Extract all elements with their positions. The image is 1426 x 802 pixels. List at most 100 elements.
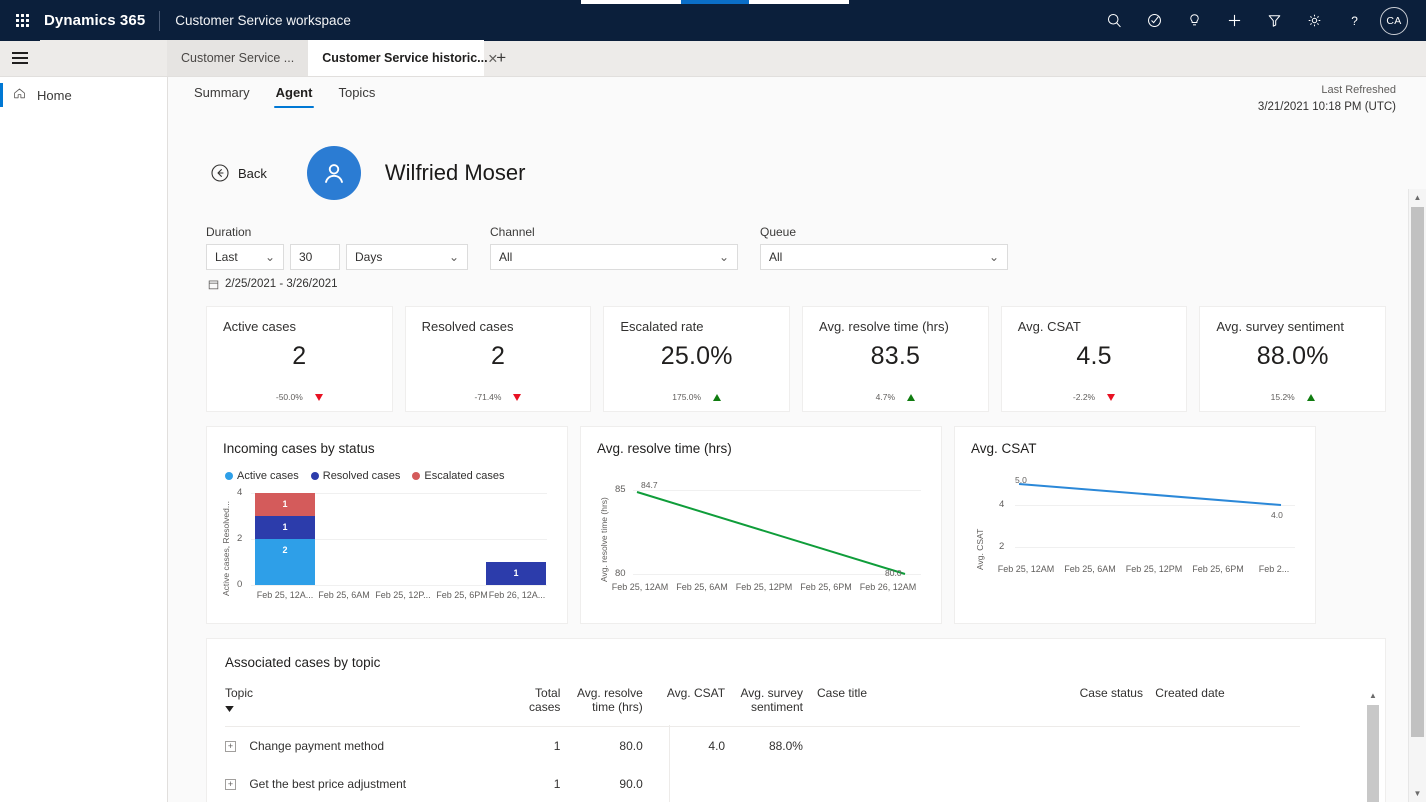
bar-value: 1 xyxy=(282,499,288,509)
chart-row: Incoming cases by status Active cases Re… xyxy=(206,426,1386,624)
column-header-total-cases[interactable]: Total cases xyxy=(500,686,575,727)
x-tick: Feb 25, 6AM xyxy=(676,582,728,592)
expand-row-icon[interactable]: + xyxy=(225,741,236,753)
kpi-delta-value: 175.0% xyxy=(672,392,702,402)
new-tab-button[interactable]: + xyxy=(484,40,518,76)
column-label: Case title xyxy=(816,686,868,700)
kpi-card-active-cases[interactable]: Active cases 2 -50.0% xyxy=(206,306,393,412)
cell-created-date xyxy=(1155,765,1300,802)
line-series-resolve-time xyxy=(636,491,906,575)
legend-item-active-cases[interactable]: Active cases xyxy=(225,470,299,482)
bar-active-cases[interactable]: 2 xyxy=(255,539,315,585)
gridline xyxy=(251,585,547,586)
help-icon[interactable]: ? xyxy=(1334,0,1374,41)
agent-header: Back Wilfried Moser xyxy=(206,131,1386,215)
column-header-avg-csat[interactable]: Avg. CSAT xyxy=(656,686,740,727)
column-label: Avg. resolve time (hrs) xyxy=(576,686,643,714)
column-header-created-date[interactable]: Created date xyxy=(1155,686,1300,727)
y-axis-title: Avg. resolve time (hrs) xyxy=(599,497,609,582)
kpi-card-escalated-rate[interactable]: Escalated rate 25.0% 175.0% xyxy=(603,306,791,412)
table-row[interactable]: + Get the best price adjustment 1 90.0 xyxy=(225,765,1300,802)
x-tick: Feb 25, 6AM xyxy=(1064,564,1116,574)
page-scrollbar-thumb[interactable] xyxy=(1411,207,1424,737)
back-button[interactable]: Back xyxy=(210,163,267,183)
column-header-case-title[interactable]: Case title xyxy=(816,686,1080,727)
plus-icon[interactable] xyxy=(1214,0,1254,41)
duration-unit-select[interactable]: Days ⌄ xyxy=(346,244,468,270)
column-header-avg-resolve-time[interactable]: Avg. resolve time (hrs) xyxy=(574,686,657,727)
tab-topics[interactable]: Topics xyxy=(328,77,385,109)
cell-total-cases: 1 xyxy=(553,739,561,753)
scroll-up-icon[interactable]: ▲ xyxy=(1409,189,1426,206)
sort-desc-icon xyxy=(225,706,234,712)
x-tick: Feb 25, 12AM xyxy=(611,582,669,592)
column-header-case-status[interactable]: Case status xyxy=(1079,686,1156,727)
column-label: Case status xyxy=(1079,686,1143,700)
session-tab-1-label: Customer Service historic... xyxy=(322,51,488,65)
table-scrollbar-thumb[interactable] xyxy=(1367,705,1379,802)
trend-down-icon xyxy=(1107,393,1116,401)
x-tick: Feb 2... xyxy=(1258,564,1290,574)
y-tick-2: 2 xyxy=(999,541,1005,552)
scroll-down-icon[interactable]: ▼ xyxy=(1409,785,1426,802)
queue-select[interactable]: All ⌄ xyxy=(760,244,1008,270)
app-launcher-icon[interactable] xyxy=(0,0,44,41)
channel-select[interactable]: All ⌄ xyxy=(490,244,738,270)
legend-item-resolved-cases[interactable]: Resolved cases xyxy=(310,470,400,482)
column-label: Avg. CSAT xyxy=(666,686,726,700)
table-row[interactable]: + Change payment method 1 80.0 4.0 88.0% xyxy=(225,727,1300,766)
kpi-value: 2 xyxy=(490,342,506,370)
duration-amount-input[interactable]: 30 xyxy=(290,244,340,270)
date-range-label: 2/25/2021 - 3/26/2021 xyxy=(225,278,338,290)
lightbulb-icon[interactable] xyxy=(1174,0,1214,41)
report-tab-bar: Summary Agent Topics Last Refreshed 3/21… xyxy=(168,77,1426,113)
cell-avg-resolve-time: 90.0 xyxy=(619,777,643,791)
column-header-avg-survey-sentiment[interactable]: Avg. survey sentiment xyxy=(739,686,817,727)
session-tab-1[interactable]: Customer Service historic... ✕ xyxy=(308,40,498,76)
queue-label: Queue xyxy=(760,225,797,239)
cell-topic-label: Get the best price adjustment xyxy=(249,777,407,791)
kpi-title: Active cases xyxy=(223,319,296,334)
scroll-up-icon[interactable]: ▲ xyxy=(1367,687,1379,704)
tab-summary[interactable]: Summary xyxy=(184,77,260,109)
kpi-card-resolved-cases[interactable]: Resolved cases 2 -71.4% xyxy=(404,306,592,412)
bar-value: 1 xyxy=(282,522,288,532)
gear-icon[interactable] xyxy=(1294,0,1334,41)
kpi-value: 25.0% xyxy=(660,342,733,370)
bar-resolved-cases[interactable]: 1 xyxy=(255,516,315,539)
cell-case-status xyxy=(1080,727,1156,766)
cell-created-date xyxy=(1155,727,1300,766)
column-label: Topic xyxy=(225,686,254,700)
legend-item-escalated-cases[interactable]: Escalated cases xyxy=(412,470,505,482)
kpi-card-avg-csat[interactable]: Avg. CSAT 4.5 -2.2% xyxy=(1000,306,1188,412)
sidebar-item-home[interactable]: Home xyxy=(0,77,167,113)
chart-legend: Active cases Resolved cases Escalated ca… xyxy=(225,470,551,482)
kpi-card-avg-survey-sentiment[interactable]: Avg. survey sentiment 88.0% 15.2% xyxy=(1199,306,1387,412)
kpi-card-avg-resolve-time[interactable]: Avg. resolve time (hrs) 83.5 4.7% xyxy=(802,306,989,412)
table-scrollbar[interactable]: ▲ xyxy=(1367,687,1379,802)
bar-resolved-cases[interactable]: 1 xyxy=(486,562,546,585)
hamburger-menu-icon[interactable] xyxy=(0,40,40,76)
chevron-down-icon: ⌄ xyxy=(988,250,999,264)
legend-swatch xyxy=(225,472,233,480)
page-scrollbar[interactable]: ▲ ▼ xyxy=(1408,189,1426,802)
tab-agent-label: Agent xyxy=(275,85,313,100)
y-tick-4: 4 xyxy=(237,487,243,498)
diagnostics-icon[interactable] xyxy=(1134,0,1174,41)
bar-escalated-cases[interactable]: 1 xyxy=(255,493,315,516)
column-header-topic[interactable]: Topic xyxy=(225,686,501,727)
session-tab-0[interactable]: Customer Service ... xyxy=(167,40,309,76)
expand-row-icon[interactable]: + xyxy=(225,779,236,791)
legend-label: Escalated cases xyxy=(424,470,505,482)
tab-agent[interactable]: Agent xyxy=(266,77,323,109)
chart-incoming-cases-by-status[interactable]: Incoming cases by status Active cases Re… xyxy=(206,426,568,624)
avatar[interactable]: CA xyxy=(1380,6,1408,35)
chart-avg-resolve-time[interactable]: Avg. resolve time (hrs) Avg. resolve tim… xyxy=(580,426,942,624)
duration-mode-select[interactable]: Last ⌄ xyxy=(206,244,284,270)
filter-icon[interactable] xyxy=(1254,0,1294,41)
duration-unit-value: Days xyxy=(355,250,383,264)
search-icon[interactable] xyxy=(1094,0,1134,41)
global-header: Dynamics 365 Customer Service workspace xyxy=(0,0,1426,41)
cell-topic: + Change payment method xyxy=(225,727,501,766)
chart-avg-csat[interactable]: Avg. CSAT Avg. CSAT 4 2 5.0 4.0 Feb 25, … xyxy=(954,426,1316,624)
